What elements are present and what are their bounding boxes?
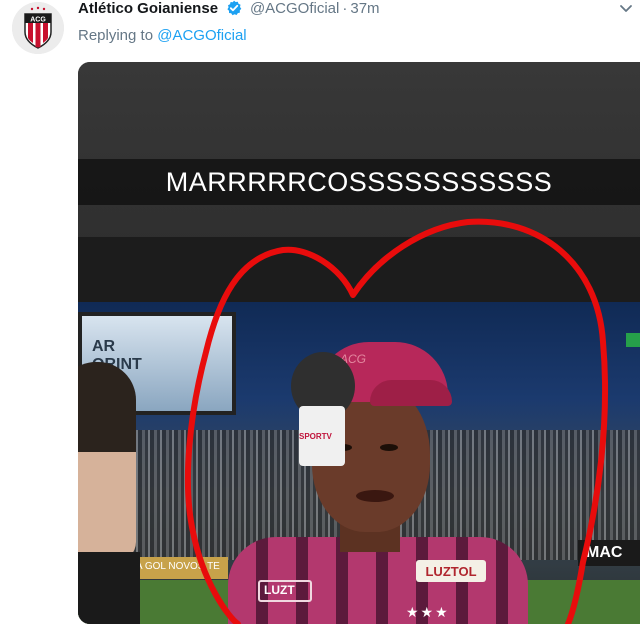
tweet-media-image[interactable]: AR ORINT VA GOL NOVOS TE MAC ACG LUZTOL … [78,62,640,624]
ad-banner-left-text: VA GOL NOVOS TE [130,561,220,572]
tv-bezel [78,237,640,302]
avatar[interactable]: ACG [12,2,64,54]
reporter-silhouette [78,362,140,624]
snapchat-caption-text: MARRRRRCOSSSSSSSSSSS [165,166,553,197]
replying-to-link[interactable]: @ACGOficial [157,27,246,44]
tweet: ACG Atlético Goianiense @ACGOficial · 37m … [0,0,640,631]
tweet-header: Atlético Goianiense @ACGOficial · 37m [78,0,380,20]
tweet-timestamp[interactable]: 37m [350,0,379,17]
reporter-body [78,552,140,624]
player-eye-right [380,444,398,451]
ad-banner-right-text: MAC [586,544,623,561]
verified-badge-icon [226,0,242,21]
jersey-sponsor: LUZTOL [416,560,486,582]
jersey-stars: ★★★ [406,604,450,620]
author-name[interactable]: Atlético Goianiense [78,0,218,17]
microphone: SPORTV [285,352,355,624]
player-mouth [356,490,394,502]
chevron-down-icon[interactable] [618,0,634,21]
jersey-sponsor-text: LUZTOL [425,563,477,579]
replying-prefix: Replying to [78,27,154,44]
author-handle[interactable]: @ACGOficial [250,0,339,17]
avatar-text: ACG [30,16,46,23]
player-cap-brim [370,380,452,406]
separator-dot: · [342,0,348,17]
microphone-label: SPORTV [299,432,332,441]
club-crest-icon: ACG [12,2,64,54]
replying-to-line: Replying to @ACGOficial [78,27,247,44]
tv-screen: AR ORINT VA GOL NOVOS TE MAC ACG LUZTOL … [78,302,640,624]
broadcast-chip [626,333,640,347]
player-figure: ACG LUZTOL LUZT ★★★ [228,342,528,624]
reporter-head [78,362,136,562]
snapchat-caption-bar: MARRRRRCOSSSSSSSSSSS [78,159,640,205]
